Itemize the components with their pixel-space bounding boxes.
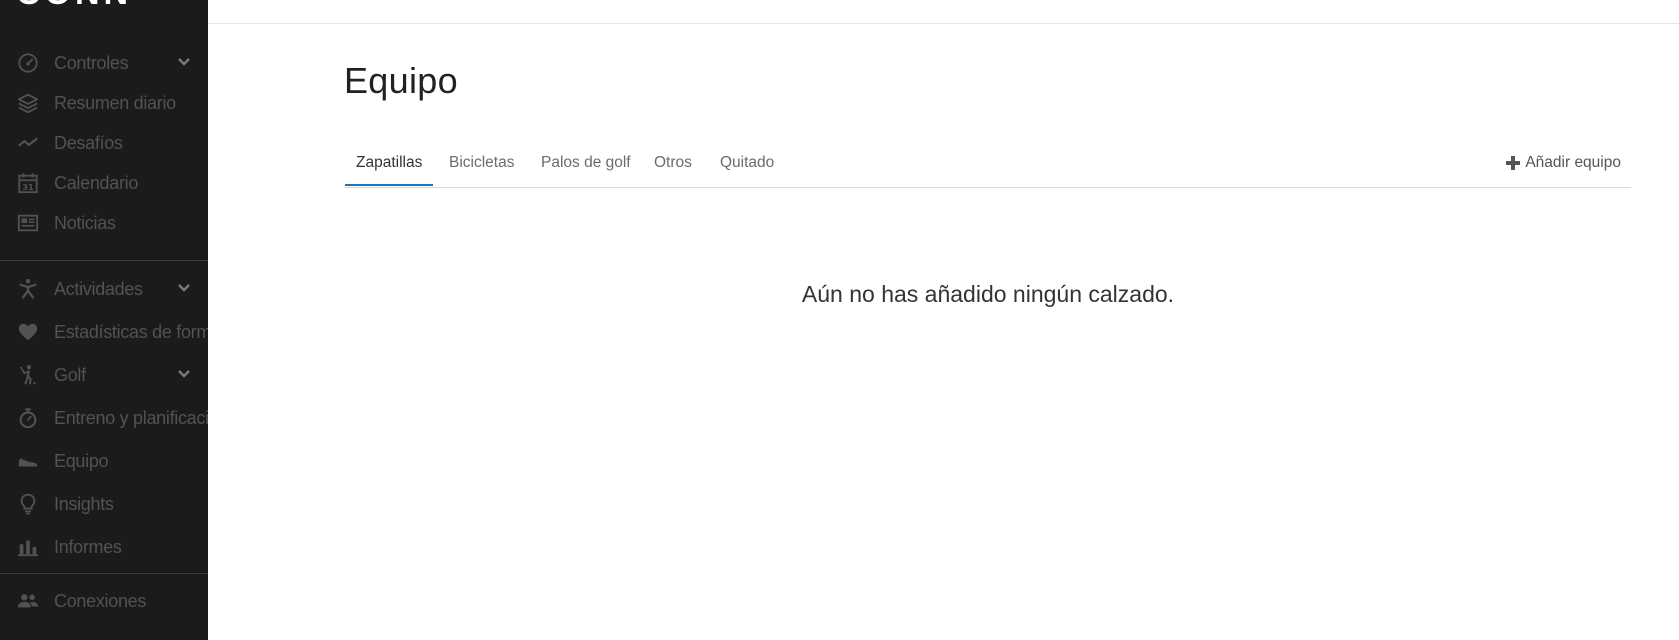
sidebar-item-label: Equipo: [54, 451, 109, 471]
sidebar-item-label: Conexiones: [54, 591, 147, 611]
sidebar-item-insights[interactable]: Insights: [0, 484, 208, 524]
person-icon: [16, 278, 40, 300]
tab-palos-de-golf[interactable]: Palos de golf: [530, 145, 642, 186]
sidebar-item-label: Desafíos: [54, 133, 123, 153]
add-equipment-button[interactable]: Añadir equipo: [1506, 145, 1621, 181]
app-logo[interactable]: CONN: [16, 0, 132, 13]
plus-icon: [1506, 156, 1521, 170]
header-divider: [208, 23, 1679, 24]
tab-zapatillas[interactable]: Zapatillas: [345, 145, 434, 186]
sidebar-item-label: Entreno y planificación: [54, 408, 208, 428]
tab-otros[interactable]: Otros: [643, 145, 703, 186]
page-title: Equipo: [344, 60, 458, 101]
sidebar-item-label: Noticias: [54, 213, 116, 233]
chevron-down-icon[interactable]: [177, 283, 191, 293]
chevron-down-icon[interactable]: [177, 57, 191, 67]
sidebar: CONN Controles Resumen diario Desafíos 3…: [0, 0, 208, 640]
add-equipment-label: Añadir equipo: [1525, 154, 1621, 171]
heart-icon: [16, 321, 40, 343]
tab-quitado[interactable]: Quitado: [709, 145, 785, 186]
golfer-icon: [16, 364, 40, 386]
sidebar-item-actividades[interactable]: Actividades: [0, 269, 208, 309]
sidebar-item-equipo[interactable]: Equipo: [0, 441, 208, 481]
newspaper-icon: [16, 212, 40, 234]
trend-icon: [16, 132, 40, 154]
shoe-icon: [16, 450, 40, 472]
sidebar-item-label: Actividades: [54, 279, 143, 299]
layers-icon: [16, 92, 40, 114]
sidebar-item-label: Informes: [54, 537, 122, 557]
sidebar-item-estadisticas[interactable]: Estadísticas de forma: [0, 312, 208, 352]
sidebar-item-desafios[interactable]: Desafíos: [0, 123, 208, 163]
sidebar-item-conexiones[interactable]: Conexiones: [0, 581, 208, 621]
sidebar-item-label: Golf: [54, 365, 86, 385]
lightbulb-icon: [16, 493, 40, 515]
stopwatch-icon: [16, 407, 40, 429]
app-window: CONN Controles Resumen diario Desafíos 3…: [0, 0, 1679, 640]
sidebar-item-label: Calendario: [54, 173, 139, 193]
sidebar-item-label: Resumen diario: [54, 93, 176, 113]
sidebar-item-golf[interactable]: Golf: [0, 355, 208, 395]
speedometer-icon: [16, 52, 40, 74]
sidebar-item-resumen-diario[interactable]: Resumen diario: [0, 83, 208, 123]
sidebar-item-label: Controles: [54, 53, 129, 73]
sidebar-item-informes[interactable]: Informes: [0, 527, 208, 567]
sidebar-item-noticias[interactable]: Noticias: [0, 203, 208, 243]
sidebar-divider: [0, 260, 208, 261]
svg-text:31: 31: [22, 182, 34, 192]
sidebar-item-controles[interactable]: Controles: [0, 43, 208, 83]
sidebar-divider: [0, 573, 208, 574]
bar-chart-icon: [16, 536, 40, 558]
tab-bicicletas[interactable]: Bicicletas: [438, 145, 525, 186]
sidebar-item-entreno[interactable]: Entreno y planificación: [0, 398, 208, 438]
calendar-icon: 31: [16, 172, 40, 194]
empty-state-message: Aún no has añadido ningún calzado.: [801, 281, 1175, 307]
sidebar-item-label: Estadísticas de forma: [54, 322, 208, 342]
sidebar-item-calendario[interactable]: 31 Calendario: [0, 163, 208, 203]
equipment-tabs: Zapatillas Bicicletas Palos de golf Otro…: [345, 145, 1631, 188]
people-icon: [16, 590, 40, 612]
chevron-down-icon[interactable]: [177, 369, 191, 379]
sidebar-item-label: Insights: [54, 494, 114, 514]
